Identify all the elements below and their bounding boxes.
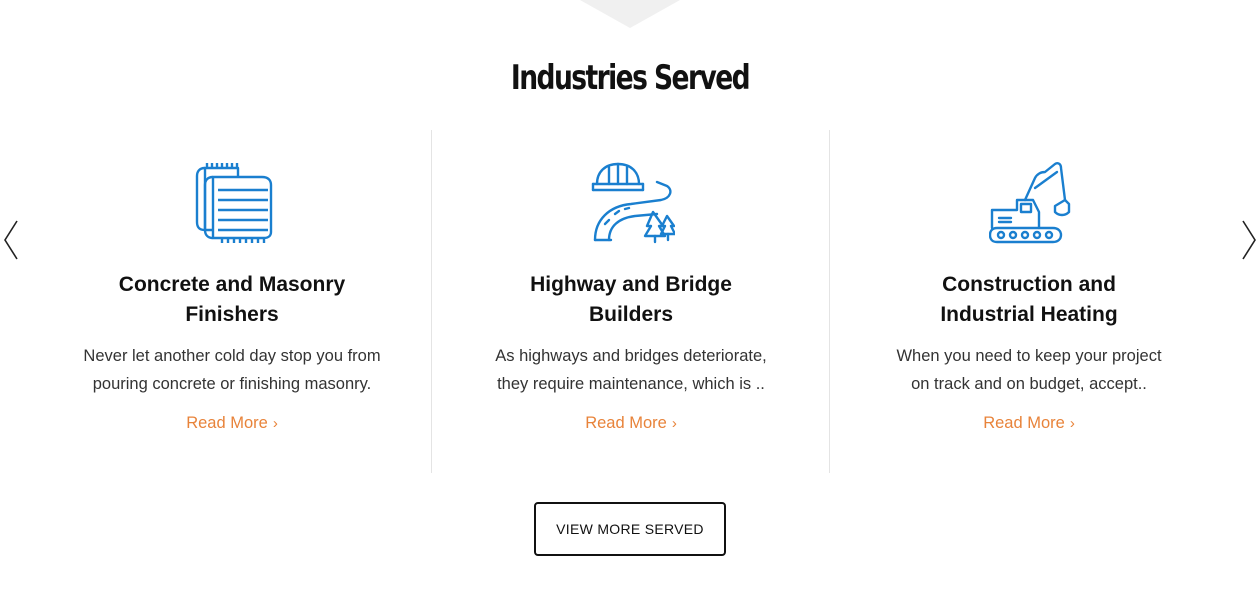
highway-bridge-icon (591, 162, 675, 244)
card-description: As highways and bridges deteriorate, the… (495, 347, 767, 393)
industry-card-concrete: Concrete and Masonry Finishers Never let… (33, 130, 431, 473)
card-description: When you need to keep your project on tr… (896, 347, 1162, 393)
chevron-right-icon (1242, 220, 1256, 260)
chevron-right-icon: › (671, 415, 677, 432)
carousel-prev-button[interactable] (2, 218, 22, 262)
read-more-link[interactable]: Read More › (432, 414, 830, 433)
excavator-icon (989, 162, 1071, 244)
industry-card-highway: Highway and Bridge Builders As highways … (431, 130, 829, 473)
chevron-right-icon: › (272, 415, 278, 432)
read-more-link[interactable]: Read More › (33, 414, 431, 433)
section-notch (580, 0, 680, 28)
view-more-button[interactable]: VIEW MORE SERVED (534, 502, 726, 556)
card-title: Construction and Industrial Heating (940, 273, 1118, 326)
chevron-right-icon: › (1069, 415, 1075, 432)
card-title: Concrete and Masonry Finishers (118, 273, 346, 326)
chevron-left-icon (4, 220, 18, 260)
industry-card-construction: Construction and Industrial Heating When… (829, 130, 1227, 473)
card-description: Never let another cold day stop you from… (83, 347, 381, 393)
industry-cards: Concrete and Masonry Finishers Never let… (33, 130, 1227, 473)
card-title: Highway and Bridge Builders (530, 273, 732, 326)
read-more-link[interactable]: Read More › (830, 414, 1228, 433)
section-title: Industries Served (510, 58, 751, 98)
industries-section: Industries Served Concrete and Masonry F… (0, 0, 1260, 616)
carousel-next-button[interactable] (1238, 218, 1258, 262)
masonry-blocks-icon (195, 163, 273, 243)
